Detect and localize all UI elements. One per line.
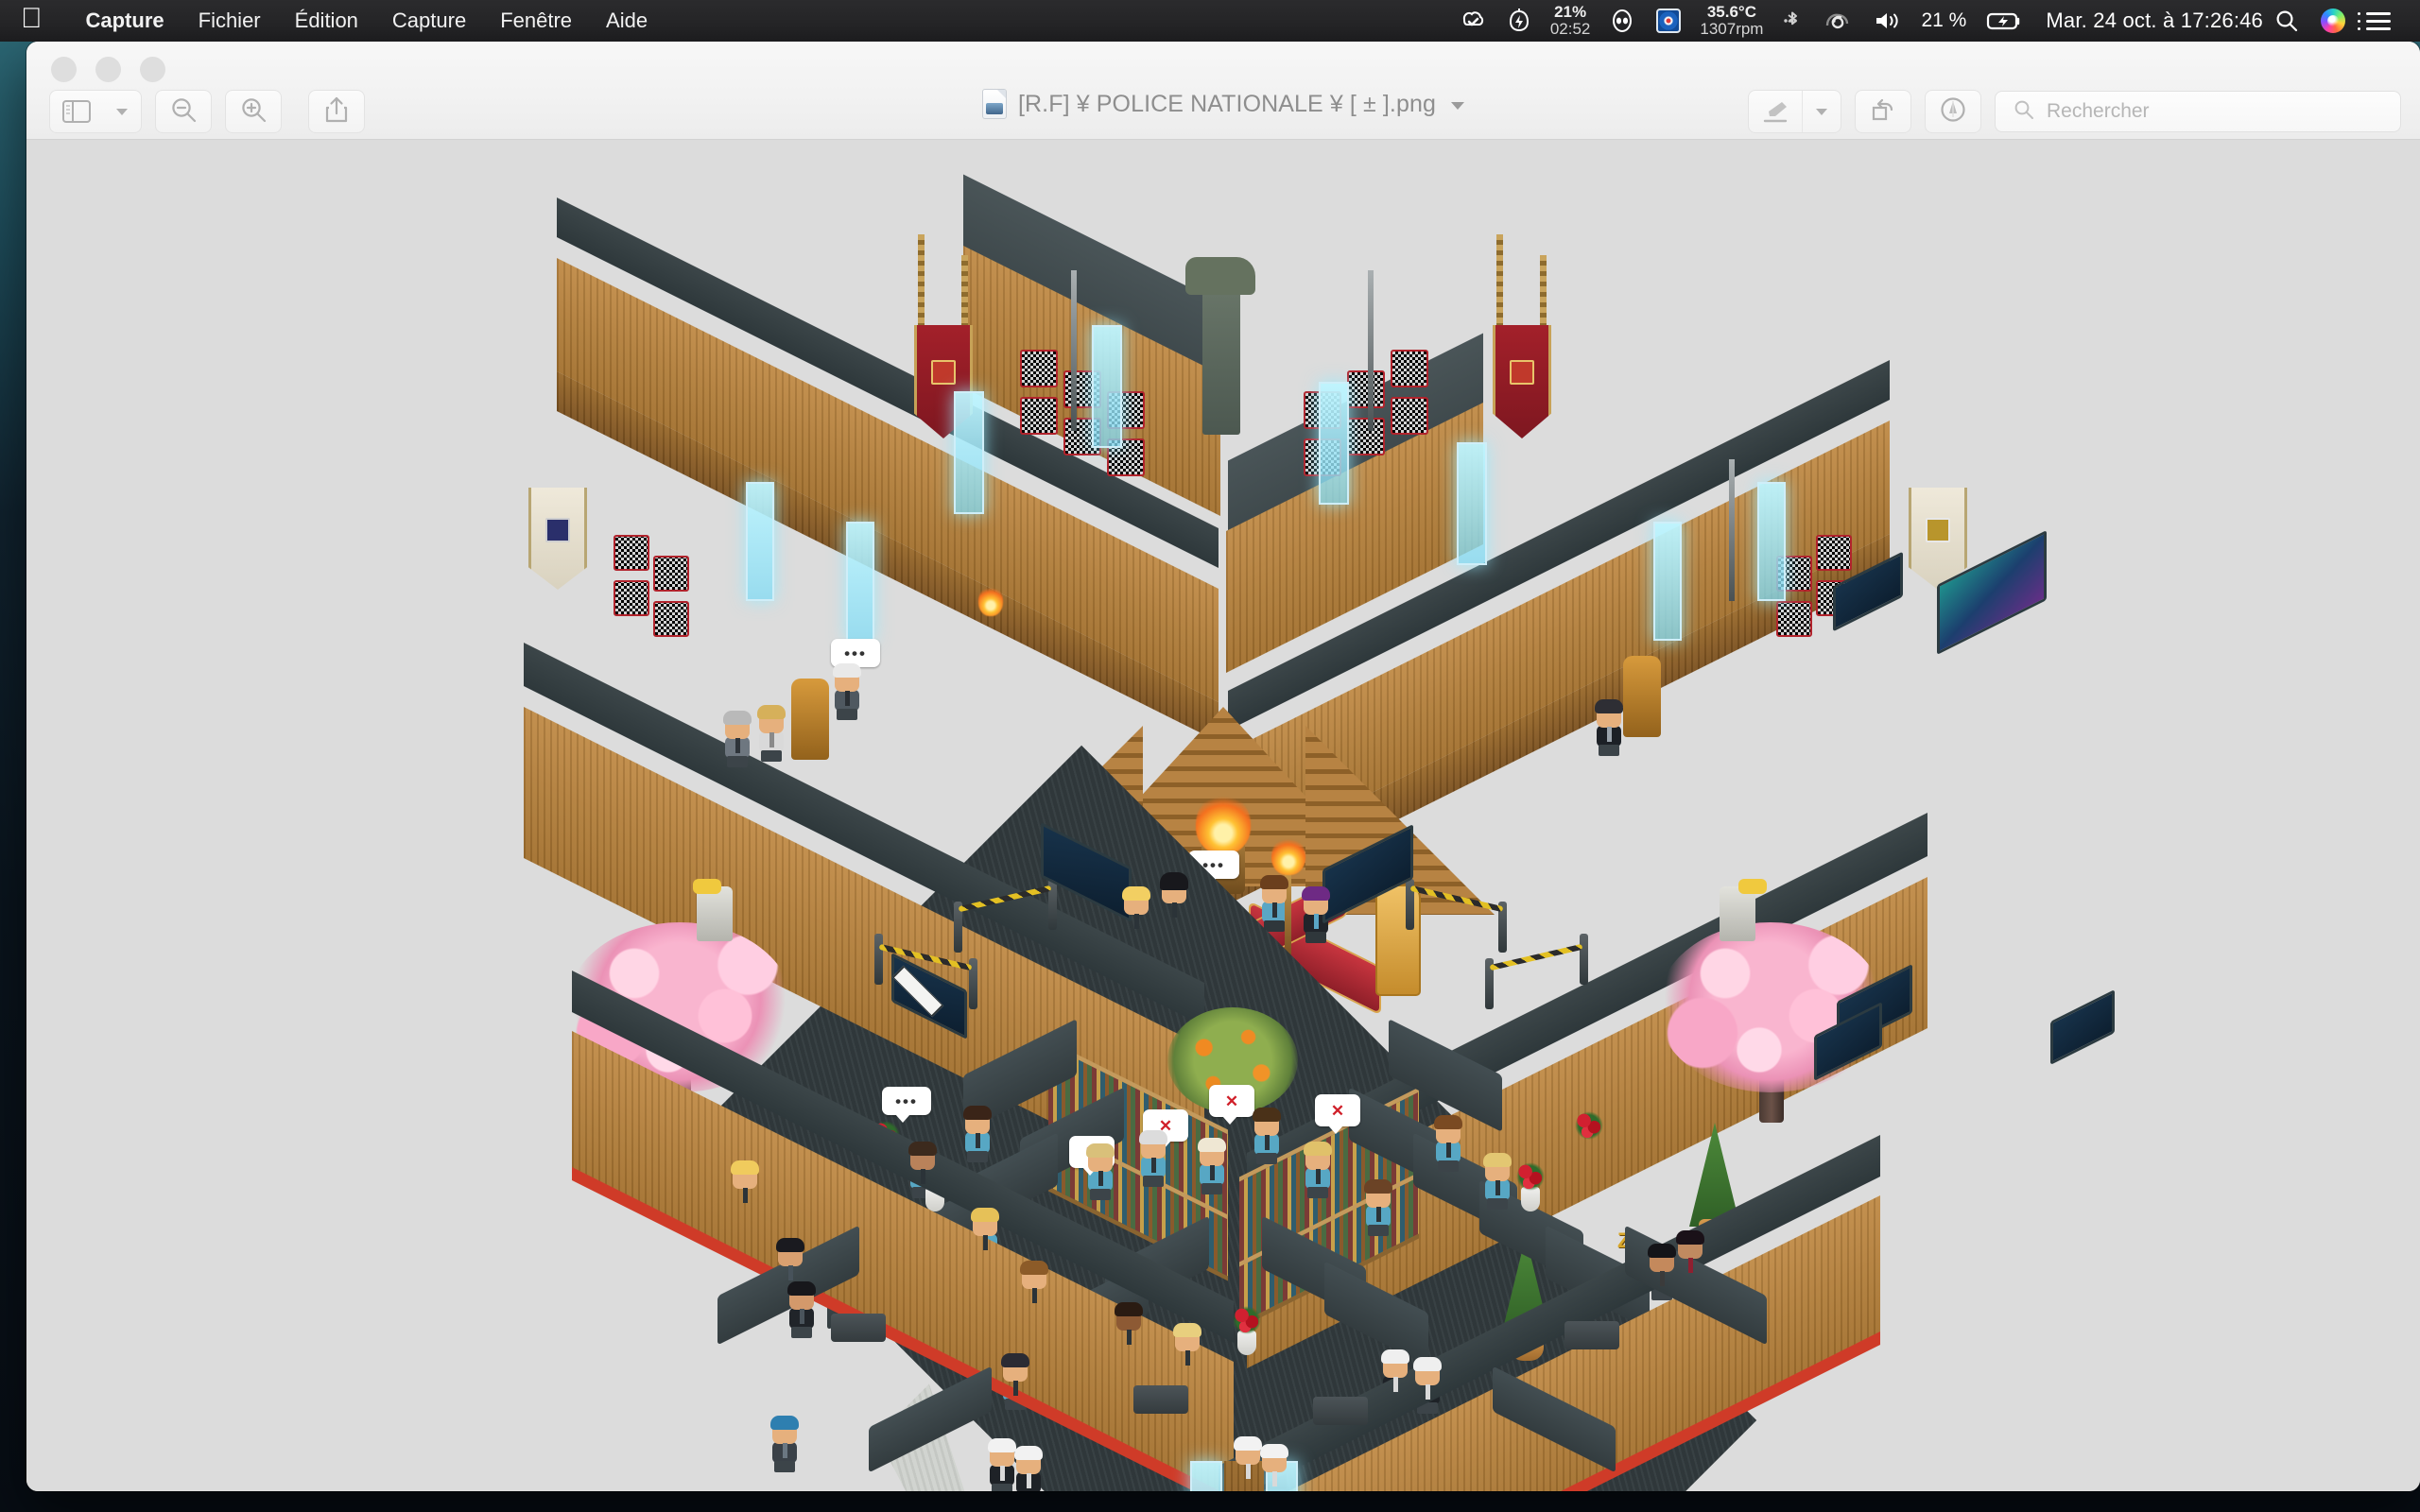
annotate-button[interactable] [1925,90,1981,133]
cupid-statue [697,886,733,941]
chevron-down-icon[interactable] [103,91,141,132]
chevron-down-icon[interactable] [1803,91,1841,132]
battery-time-readout: 21% 02:52 [1542,2,1599,38]
menu-item-aide[interactable]: Aide [589,0,665,42]
battery-percent-small: 21% [1554,2,1587,21]
rotate-button[interactable] [1855,90,1911,133]
window-titlebar[interactable]: Rechercher [R.F] ¥ POLICE NATIONALE ¥ [ … [26,42,2420,140]
habbo-avatar [1432,1113,1464,1172]
speech-bubble-text: ••• [895,1091,918,1110]
habbo-avatar [1012,1444,1045,1491]
speech-bubble-talk: ••• [882,1087,931,1123]
speech-bubble-mute: ✕ [1315,1094,1360,1134]
habbo-avatar [1137,1128,1169,1187]
marker-pen-icon[interactable] [1749,91,1802,132]
habbo-avatar [786,1280,818,1338]
battery-time-small: 02:52 [1549,20,1591,38]
search-icon [2013,98,2035,126]
temperature-readout: 35.6°C 1307rpm [1691,2,1772,38]
entrance-glass-door [1190,1461,1222,1491]
image-canvas[interactable]: ••• ✕ ✕ ✕ ••• ••• Z [26,140,2420,1491]
control-center-icon[interactable] [2356,0,2401,42]
cooling-fan-icon[interactable] [1646,0,1691,42]
cloud-sync-icon[interactable] [1813,0,1862,42]
fan-speed: 1307rpm [1700,20,1764,38]
sidebar-icon[interactable] [50,91,103,132]
zoom-button[interactable] [140,57,165,82]
menu-app-name[interactable]: Capture [69,0,182,42]
speech-bubble-text: ••• [844,644,867,662]
habbo-avatar [1362,1177,1394,1236]
checkmark-cloud-icon[interactable] [1449,0,1496,42]
wall-banner [528,488,587,590]
close-button[interactable] [51,57,77,82]
zoom-in-button[interactable] [225,90,282,133]
zoom-out-button[interactable] [155,90,212,133]
minimize-button[interactable] [95,57,121,82]
menu-item-edition[interactable]: Édition [278,0,375,42]
cpu-temperature: 35.6°C [1706,2,1757,21]
cupid-statue [1720,886,1755,941]
speech-bubble-mute: ✕ [1209,1085,1254,1125]
apple-logo-icon[interactable]:  [21,5,43,33]
habbo-avatar [1481,1151,1513,1210]
habbo-avatar [961,1104,994,1162]
traffic-lights[interactable] [51,57,165,82]
volume-icon[interactable] [1862,0,1911,42]
habbo-avatar [755,703,787,762]
search-placeholder: Rechercher [2047,100,2150,122]
pen-circle-icon [1939,95,1967,129]
speech-bubble-text: ✕ [1224,1091,1239,1110]
search-input[interactable]: Rechercher [1995,91,2401,132]
bluetooth-icon[interactable] [1772,0,1813,42]
battery-charging-icon[interactable] [1976,0,2034,42]
habbo-avatar [721,709,753,767]
siri-icon[interactable] [2310,0,2356,42]
magnifier-minus-icon [169,95,198,129]
preview-window[interactable]: Rechercher [R.F] ¥ POLICE NATIONALE ¥ [ … [26,42,2420,1491]
toolbar-left-group[interactable] [26,90,378,133]
wall-banner [1493,325,1551,438]
sidebar-toggle-button[interactable] [49,90,142,133]
menu-item-fenetre[interactable]: Fenêtre [483,0,589,42]
menu-item-fichier[interactable]: Fichier [182,0,278,42]
habbo-avatar [769,1414,801,1472]
share-icon [323,95,350,129]
alien-face-icon[interactable] [1599,0,1646,42]
habbo-avatar [1302,1140,1334,1198]
magnifier-plus-icon [239,95,268,129]
rotate-left-icon [1869,96,1897,128]
search-icon[interactable] [2263,0,2310,42]
habbo-room-image: ••• ✕ ✕ ✕ ••• ••• Z [302,140,2145,1491]
menu-item-capture[interactable]: Capture [375,0,483,42]
battery-percent: 21 % [1921,9,1967,31]
markup-button[interactable] [1748,90,1841,133]
menu-bar:  Capture Fichier Édition Capture Fenêtr… [0,0,2420,42]
share-button[interactable] [308,90,365,133]
toolbar-right-group[interactable]: Rechercher [1748,90,2420,133]
menubar-clock[interactable]: Mar. 24 oct. à 17:26:46 [2034,9,2263,33]
habbo-avatar [1251,1106,1283,1164]
habbo-avatar [831,662,863,720]
habbo-avatar [1593,697,1625,756]
battery-bolt-icon[interactable] [1496,0,1542,42]
habbo-avatar [1196,1136,1228,1194]
speech-bubble-text: ✕ [1330,1101,1345,1120]
